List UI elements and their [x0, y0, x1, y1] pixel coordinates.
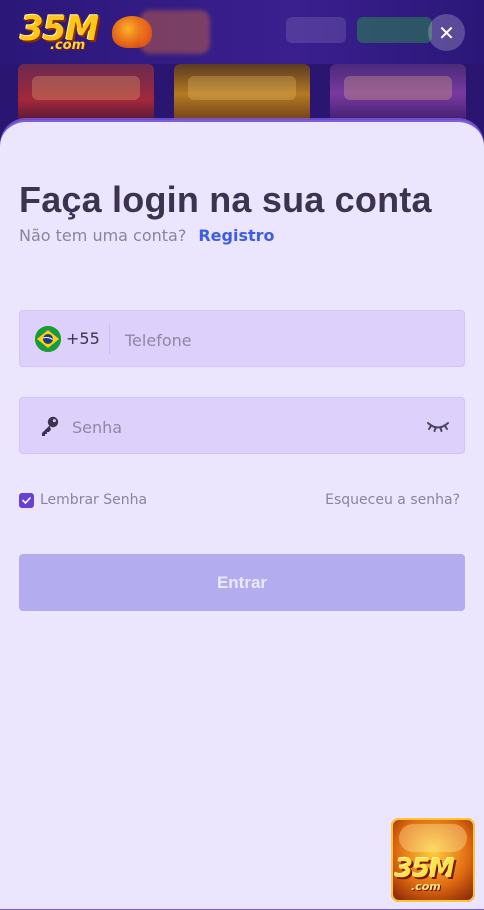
- field-divider: [109, 324, 110, 354]
- remember-checkbox[interactable]: [19, 492, 34, 508]
- password-field: [19, 397, 465, 454]
- login-button[interactable]: Entrar: [19, 554, 465, 611]
- register-link[interactable]: Registro: [198, 226, 274, 245]
- password-input[interactable]: [70, 414, 414, 440]
- header-register-button: [357, 17, 432, 43]
- game-banner: [174, 64, 310, 124]
- brazil-flag-icon[interactable]: [35, 326, 61, 352]
- logo-subtext: .com: [50, 38, 86, 53]
- game-banner: [330, 64, 466, 124]
- close-icon: ✕: [438, 20, 455, 45]
- game-banner: [18, 64, 154, 124]
- app-logo-subtext: .com: [411, 880, 441, 893]
- country-code[interactable]: +55: [66, 329, 100, 348]
- header-login-button: [286, 17, 346, 43]
- no-account-text: Não tem uma conta?: [19, 226, 187, 245]
- phone-field: +55: [19, 310, 465, 367]
- register-prompt: Não tem uma conta? Registro: [19, 226, 275, 245]
- login-modal: Faça login na sua conta Não tem uma cont…: [0, 120, 484, 910]
- key-icon: [42, 416, 59, 436]
- header-decoration: [140, 10, 210, 54]
- remember-password-toggle[interactable]: Lembrar Senha: [19, 492, 147, 508]
- eye-closed-icon[interactable]: [426, 416, 450, 436]
- page-title: Faça login na sua conta: [19, 179, 432, 220]
- site-header: 35M .com: [0, 0, 484, 64]
- forgot-password-link[interactable]: Esqueceu a senha?: [325, 492, 460, 508]
- app-icon-decoration: [399, 824, 467, 852]
- remember-label: Lembrar Senha: [40, 492, 148, 508]
- phone-input[interactable]: [123, 327, 447, 353]
- close-button[interactable]: ✕: [428, 14, 465, 51]
- floating-app-icon[interactable]: 35M .com: [391, 818, 475, 902]
- site-logo: 35M .com: [20, 12, 152, 53]
- check-icon: [22, 496, 31, 504]
